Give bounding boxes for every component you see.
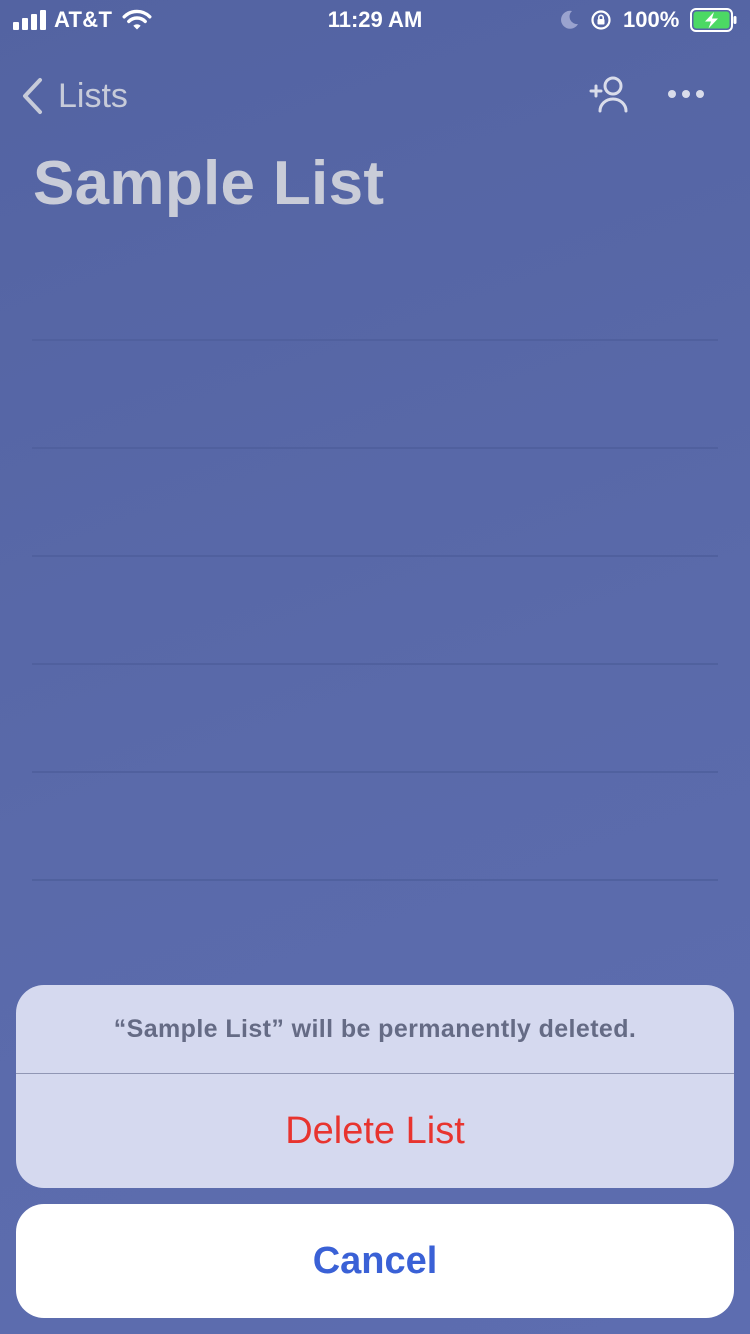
list-row-divider [32,771,718,773]
status-bar: AT&T 11:29 AM 100% [0,0,750,40]
moon-icon [561,10,578,29]
action-sheet: “Sample List” will be permanently delete… [16,985,734,1188]
back-button[interactable]: Lists [20,74,128,118]
list-row-divider [32,879,718,881]
battery-icon [690,8,737,32]
list-row-divider [32,555,718,557]
list-row-divider [32,339,718,341]
battery-percentage: 100% [623,7,680,32]
more-icon[interactable] [666,82,706,106]
add-person-icon[interactable] [588,74,632,114]
back-label: Lists [58,76,128,115]
cancel-button[interactable]: Cancel [16,1204,734,1318]
action-sheet-message: “Sample List” will be permanently delete… [113,1014,637,1043]
orientation-lock-icon [591,10,611,30]
screen-background: AT&T 11:29 AM 100% Lists Sample List “Sa… [0,0,750,1334]
chevron-left-icon [23,78,42,114]
page-title: Sample List [33,149,385,218]
list-row-divider [32,663,718,665]
list-row-divider [32,447,718,449]
delete-list-button[interactable]: Delete List [16,1074,734,1188]
